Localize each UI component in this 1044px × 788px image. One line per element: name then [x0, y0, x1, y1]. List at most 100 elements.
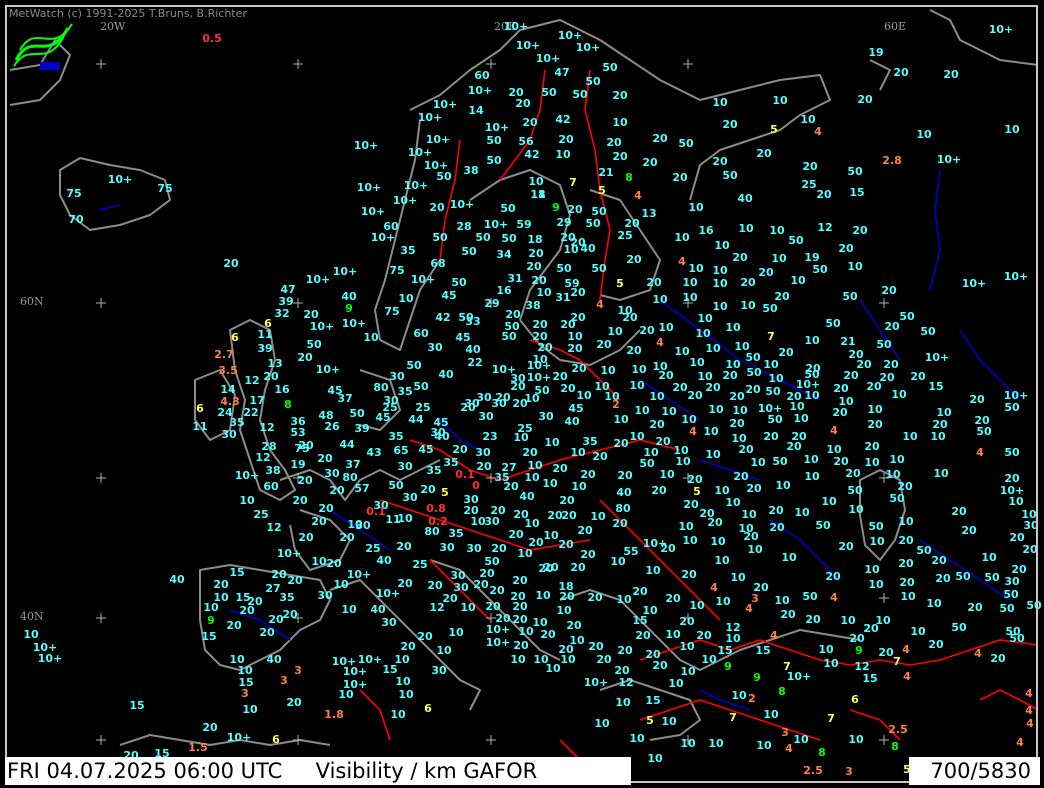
visibility-value: 20 — [596, 653, 612, 666]
visibility-value: 10+ — [408, 146, 433, 159]
visibility-value: 0.8 — [426, 502, 446, 515]
visibility-value: 20 — [508, 528, 524, 541]
visibility-value: 10 — [902, 430, 918, 443]
visibility-value: 40 — [465, 343, 481, 356]
visibility-value: 20 — [743, 530, 759, 543]
visibility-value: 20 — [540, 628, 556, 641]
visibility-value: 10 — [510, 653, 526, 666]
visibility-value: 20 — [679, 615, 695, 628]
visibility-value: 20 — [856, 358, 872, 371]
visibility-value: 20 — [202, 721, 218, 734]
visibility-value: 20 — [297, 351, 313, 364]
visibility-value: 50 — [1026, 599, 1042, 612]
visibility-value: 70 — [68, 213, 84, 226]
visibility-value: 20 — [838, 540, 854, 553]
visibility-value: 30 — [381, 616, 397, 629]
visibility-value: 15 — [755, 644, 770, 657]
visibility-value: 20 — [223, 257, 239, 270]
visibility-value: 10+ — [418, 111, 443, 124]
visibility-value: 12 — [817, 221, 832, 234]
visibility-value: 20 — [263, 370, 279, 383]
visibility-value: 10 — [1004, 123, 1020, 136]
visibility-value: 10+ — [584, 676, 609, 689]
visibility-value: 50 — [572, 88, 588, 101]
weather-map: 20W 20E 60E60N40N 0.510+10+10+ 10+10+1920 20… — [0, 0, 1044, 788]
visibility-value: 9 — [345, 302, 353, 315]
visibility-value: 10+ — [306, 273, 331, 286]
visibility-value: 50 — [486, 154, 502, 167]
visibility-value: 40 — [564, 415, 580, 428]
visibility-value: 20 — [580, 548, 596, 561]
visibility-value: 20 — [292, 494, 308, 507]
visibility-value: 15 — [645, 694, 660, 707]
visibility-value: 20 — [612, 150, 628, 163]
visibility-value: 10 — [891, 388, 907, 401]
visibility-value: 10 — [804, 389, 820, 402]
visibility-value: 10+ — [426, 133, 451, 146]
visibility-value: 80 — [373, 381, 389, 394]
visibility-value: 30 — [397, 460, 413, 473]
visibility-value: 50 — [451, 276, 467, 289]
visibility-value: 75 — [157, 182, 172, 195]
visibility-value: 20 — [740, 276, 756, 289]
visibility-value: 4 — [1026, 717, 1034, 730]
visibility-value: 10 — [524, 517, 540, 530]
visibility-value: 68 — [430, 257, 445, 270]
visibility-value: 20 — [729, 390, 745, 403]
visibility-value: 30 — [466, 542, 482, 555]
visibility-value: 10+ — [357, 181, 382, 194]
visibility-value: 6 — [272, 733, 280, 746]
grid-label: 60N — [20, 295, 44, 308]
visibility-value: 10 — [524, 471, 540, 484]
visibility-value: 10 — [933, 467, 949, 480]
visibility-value: 60 — [474, 69, 490, 82]
visibility-value: 20 — [613, 437, 629, 450]
visibility-value: 20 — [635, 629, 651, 642]
visibility-value: 20 — [652, 659, 668, 672]
visibility-value: 20 — [652, 132, 668, 145]
visibility-value: 10 — [1008, 495, 1024, 508]
visibility-value: 1.8 — [324, 708, 344, 721]
visibility-value: 9 — [207, 614, 215, 627]
visibility-value: 10+ — [504, 20, 529, 33]
visibility-value: 50 — [802, 590, 818, 603]
visibility-value: 10+ — [342, 317, 367, 330]
visibility-value: 50 — [868, 520, 884, 533]
visibility-value: 10 — [517, 547, 533, 560]
visibility-value: 12 — [266, 521, 281, 534]
visibility-value: 15 — [201, 630, 216, 643]
visibility-value: 10+ — [484, 218, 509, 231]
visibility-value: 20 — [729, 417, 745, 430]
visibility-value: 40 — [519, 490, 535, 503]
visibility-value: 50 — [501, 232, 517, 245]
visibility-value: 20 — [665, 592, 681, 605]
visibility-value: 20 — [429, 201, 445, 214]
visibility-value: 10 — [910, 625, 926, 638]
visibility-value: 10 — [864, 563, 880, 576]
visibility-value: 10 — [763, 708, 779, 721]
visibility-value: 2.5 — [888, 723, 908, 736]
visibility-value: 20 — [845, 467, 861, 480]
visibility-value: 50 — [746, 366, 762, 379]
visibility-value: 8 — [284, 398, 292, 411]
visibility-value: 5 — [598, 184, 606, 197]
metwatch-logo-icon — [13, 23, 73, 70]
visibility-value: 20 — [816, 188, 832, 201]
visibility-value: 60 — [263, 480, 279, 493]
visibility-value: 42 — [524, 148, 539, 161]
visibility-value: 20 — [867, 418, 883, 431]
visibility-value: 35 — [426, 464, 441, 477]
visibility-value: 4 — [745, 602, 753, 615]
visibility-value: 10+ — [108, 173, 133, 186]
visibility-value: 50 — [812, 263, 828, 276]
visibility-value: 10 — [661, 715, 677, 728]
visibility-value: 80 — [424, 525, 440, 538]
visibility-value: 10+ — [343, 665, 368, 678]
visibility-value: 50 — [772, 455, 788, 468]
visibility-value: 4 — [974, 647, 982, 660]
visibility-value: 20 — [489, 584, 505, 597]
visibility-value: 30 — [464, 397, 480, 410]
visibility-value: 20 — [561, 509, 577, 522]
visibility-value: 20 — [588, 640, 604, 653]
visibility-value: 23 — [482, 430, 497, 443]
